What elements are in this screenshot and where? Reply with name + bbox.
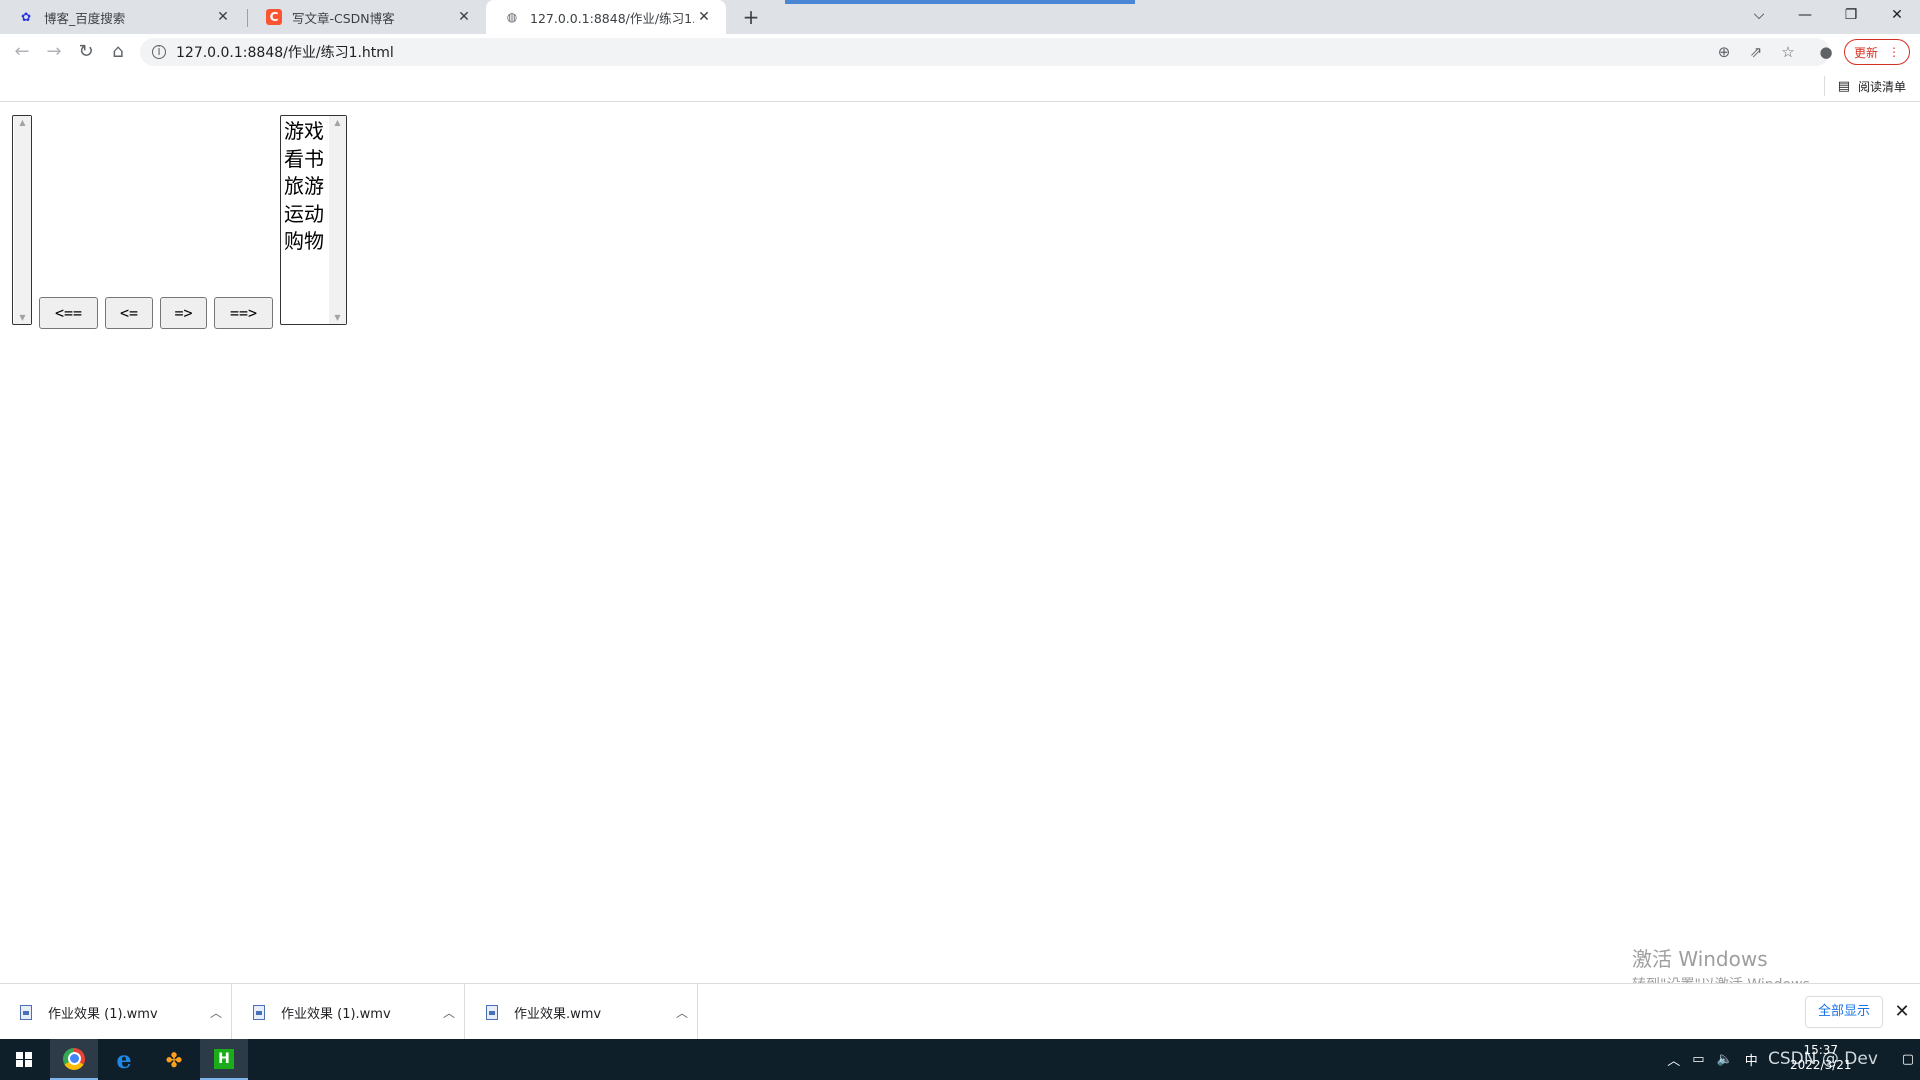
- clock-date: 2022/3/21: [1790, 1058, 1852, 1072]
- bookmark-star-icon[interactable]: ☆: [1774, 38, 1802, 66]
- network-icon[interactable]: ▭: [1692, 1052, 1704, 1067]
- notification-icon[interactable]: ▢: [1902, 1052, 1914, 1067]
- zoom-icon[interactable]: ⊕: [1710, 38, 1738, 66]
- tab-local-exercise[interactable]: ◍ 127.0.0.1:8848/作业/练习1.htm ✕: [486, 0, 726, 34]
- download-filename: 作业效果 (1).wmv: [48, 1006, 158, 1022]
- reading-list-button[interactable]: ▤ 阅读清单: [1823, 76, 1906, 96]
- download-item[interactable]: 作业效果.wmv ︿: [466, 984, 698, 1040]
- url-text: 127.0.0.1:8848/作业/练习1.html: [176, 45, 394, 61]
- reload-button[interactable]: ↻: [72, 38, 100, 66]
- bookmarks-bar: ▤ 阅读清单: [0, 70, 1920, 102]
- chevron-up-icon[interactable]: ︿: [434, 1004, 464, 1021]
- tab-baidu-search[interactable]: ✿ 博客_百度搜索 ✕: [0, 0, 245, 34]
- tab-title: 127.0.0.1:8848/作业/练习1.htm: [530, 10, 694, 26]
- hbuilder-icon: H: [214, 1048, 234, 1069]
- reading-list-label: 阅读清单: [1857, 80, 1906, 94]
- tab-csdn-write[interactable]: C 写文章-CSDN博客 ✕: [248, 0, 486, 34]
- list-option[interactable]: 游戏: [284, 118, 328, 146]
- ime-indicator[interactable]: 中: [1745, 1050, 1758, 1069]
- new-tab-button[interactable]: +: [738, 4, 764, 30]
- close-icon[interactable]: ✕: [1890, 998, 1914, 1026]
- right-list-options: 游戏 看书 旅游 运动 购物: [284, 118, 328, 256]
- home-button[interactable]: ⌂: [104, 38, 132, 66]
- tab-close-icon[interactable]: ✕: [213, 9, 233, 25]
- page-viewport: ▲ ▼ <== <= => ==> 游戏 看书 旅游 运动 购物 ▲ ▼ 激活 …: [0, 103, 1920, 993]
- baidu-paw-icon: ✿: [20, 10, 32, 24]
- download-item[interactable]: 作业效果 (1).wmv ︿: [233, 984, 465, 1040]
- share-icon[interactable]: ⇗: [1742, 38, 1770, 66]
- clock-time: 15:37: [1803, 1043, 1839, 1057]
- download-item[interactable]: 作业效果 (1).wmv ︿: [0, 984, 232, 1040]
- reading-list-icon: ▤: [1837, 79, 1850, 94]
- back-button[interactable]: ←: [8, 38, 36, 66]
- update-label: 更新: [1853, 45, 1878, 60]
- show-all-downloads-button[interactable]: 全部显示: [1805, 996, 1883, 1028]
- loading-indicator: [785, 0, 1135, 4]
- scroll-down-arrow-icon[interactable]: ▼: [329, 313, 346, 322]
- move-right-button[interactable]: =>: [160, 297, 207, 329]
- profile-avatar-icon[interactable]: ●: [1812, 38, 1840, 66]
- left-select-listbox[interactable]: ▲ ▼: [12, 115, 32, 325]
- download-filename: 作业效果 (1).wmv: [281, 1006, 391, 1022]
- watermark-title: 激活 Windows: [1632, 947, 1768, 971]
- video-file-icon: [20, 1004, 32, 1020]
- restore-button[interactable]: ❐: [1828, 0, 1874, 30]
- left-list-scrollbar[interactable]: ▲ ▼: [14, 116, 31, 324]
- menu-dots-icon: ⋮: [1888, 45, 1900, 59]
- video-file-icon: [253, 1004, 265, 1020]
- browser-tab-strip: ✿ 博客_百度搜索 ✕ C 写文章-CSDN博客 ✕ ◍ 127.0.0.1:8…: [0, 0, 1920, 34]
- taskbar-chrome[interactable]: [50, 1039, 98, 1080]
- download-filename: 作业效果.wmv: [514, 1006, 602, 1022]
- taskbar-game-app[interactable]: ✤: [150, 1039, 198, 1080]
- windows-taskbar: e ✤ H CSDN @ Dev ︿ ▭ 🔈 中 ▢ 15:37 2022/3/…: [0, 1039, 1920, 1080]
- minimize-button[interactable]: —: [1782, 0, 1828, 30]
- taskbar-edge[interactable]: e: [100, 1039, 148, 1080]
- tab-close-icon[interactable]: ✕: [454, 9, 474, 25]
- tab-title: 写文章-CSDN博客: [292, 10, 395, 26]
- list-option[interactable]: 旅游: [284, 173, 328, 201]
- forward-button[interactable]: →: [40, 38, 68, 66]
- move-all-left-button[interactable]: <==: [39, 297, 98, 329]
- start-button[interactable]: [0, 1039, 48, 1080]
- tab-search-chevron-icon[interactable]: ⌵: [1736, 0, 1782, 30]
- list-option[interactable]: 购物: [284, 228, 328, 256]
- windows-logo-icon: [16, 1051, 32, 1068]
- chevron-up-icon[interactable]: ︿: [201, 1004, 231, 1021]
- site-info-icon[interactable]: i: [152, 45, 166, 59]
- edge-icon: e: [116, 1045, 132, 1074]
- scroll-down-arrow-icon[interactable]: ▼: [14, 313, 31, 322]
- volume-icon[interactable]: 🔈: [1717, 1052, 1733, 1067]
- tray-expand-chevron-icon[interactable]: ︿: [1667, 1050, 1680, 1069]
- right-select-listbox[interactable]: 游戏 看书 旅游 运动 购物 ▲ ▼: [280, 115, 347, 325]
- globe-icon: ◍: [506, 10, 518, 24]
- taskbar-clock[interactable]: 15:37 2022/3/21: [1790, 1043, 1852, 1073]
- move-left-button[interactable]: <=: [105, 297, 153, 329]
- tab-close-icon[interactable]: ✕: [694, 9, 714, 25]
- download-shelf: 作业效果 (1).wmv ︿ 作业效果 (1).wmv ︿ 作业效果.wmv ︿…: [0, 983, 1920, 1040]
- close-window-button[interactable]: ✕: [1874, 0, 1920, 30]
- chevron-up-icon[interactable]: ︿: [667, 1004, 697, 1021]
- chrome-icon: [63, 1047, 85, 1070]
- csdn-c-icon: C: [266, 9, 282, 25]
- tab-title: 博客_百度搜索: [44, 10, 126, 26]
- video-file-icon: [486, 1004, 498, 1020]
- update-button[interactable]: 更新 ⋮: [1844, 39, 1910, 65]
- scroll-up-arrow-icon[interactable]: ▲: [329, 118, 346, 127]
- game-app-icon: ✤: [165, 1047, 183, 1072]
- list-option[interactable]: 运动: [284, 201, 328, 229]
- scroll-up-arrow-icon[interactable]: ▲: [14, 118, 31, 127]
- bookmarks-separator: [1823, 76, 1825, 96]
- right-list-scrollbar[interactable]: ▲ ▼: [329, 116, 346, 324]
- move-all-right-button[interactable]: ==>: [214, 297, 273, 329]
- browser-toolbar: ← → ↻ ⌂ i 127.0.0.1:8848/作业/练习1.html ⊕ ⇗…: [0, 34, 1920, 70]
- address-bar[interactable]: i 127.0.0.1:8848/作业/练习1.html: [140, 38, 1830, 66]
- list-option[interactable]: 看书: [284, 146, 328, 174]
- taskbar-hbuilder[interactable]: H: [200, 1039, 248, 1080]
